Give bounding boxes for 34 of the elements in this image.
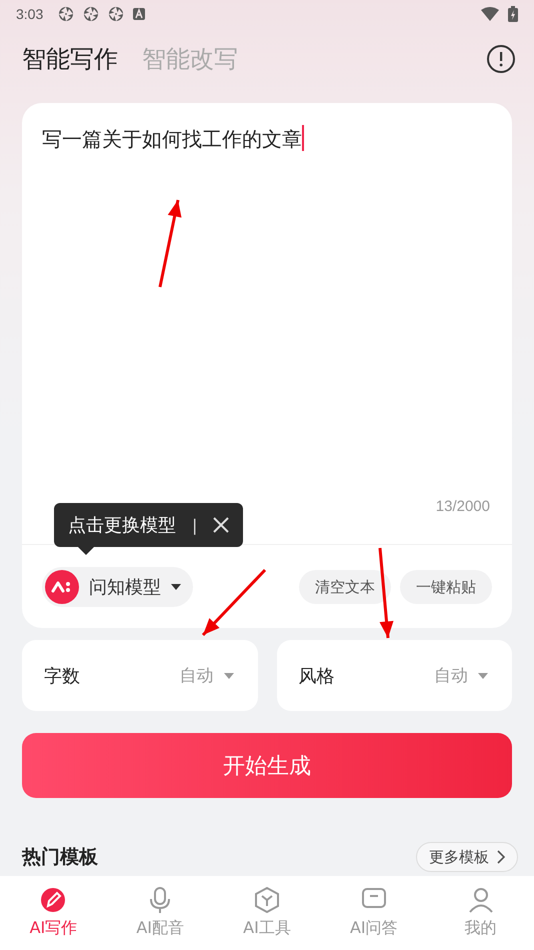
dropdown-caret-icon xyxy=(224,672,234,678)
nav-tab[interactable]: AI写作 xyxy=(0,876,107,950)
model-selector[interactable]: 问知模型 xyxy=(42,567,193,607)
dropdown-caret-icon xyxy=(478,672,488,678)
option-label: 风格 xyxy=(298,664,334,688)
pen-icon xyxy=(40,887,66,913)
tooltip-text: 点击更换模型 xyxy=(68,514,176,537)
battery-icon xyxy=(508,6,518,22)
aperture-icon xyxy=(108,6,124,22)
section-title: 热门模板 xyxy=(22,845,98,870)
model-logo-icon xyxy=(45,570,79,604)
aperture-icon xyxy=(58,6,74,22)
chevron-right-icon xyxy=(497,850,505,864)
action-chip[interactable]: 清空文本 xyxy=(299,570,391,604)
more-templates-button[interactable]: 更多模板 xyxy=(416,842,518,872)
status-time: 3:03 xyxy=(16,6,44,22)
option-dropdown[interactable]: 字数 自动 xyxy=(22,640,258,711)
tooltip-separator: | xyxy=(192,516,198,534)
aperture-icon xyxy=(83,6,100,22)
wifi-icon xyxy=(481,7,499,21)
action-chip[interactable]: 一键粘贴 xyxy=(400,570,492,604)
close-icon[interactable] xyxy=(213,517,230,533)
tab[interactable]: 智能写作 xyxy=(22,43,118,75)
cube-icon xyxy=(254,887,280,913)
option-label: 字数 xyxy=(44,664,80,688)
dropdown-caret-icon xyxy=(171,584,181,590)
option-dropdown[interactable]: 风格 自动 xyxy=(276,640,512,711)
option-value: 自动 xyxy=(180,665,214,687)
info-icon[interactable] xyxy=(486,44,516,74)
keyboard-icon xyxy=(133,8,146,20)
user-icon xyxy=(468,887,494,913)
option-value: 自动 xyxy=(434,665,468,687)
start-generate-button[interactable]: 开始生成 xyxy=(22,733,512,798)
text-input-field[interactable]: 写一篇关于如何找工作的文章 xyxy=(22,103,512,498)
